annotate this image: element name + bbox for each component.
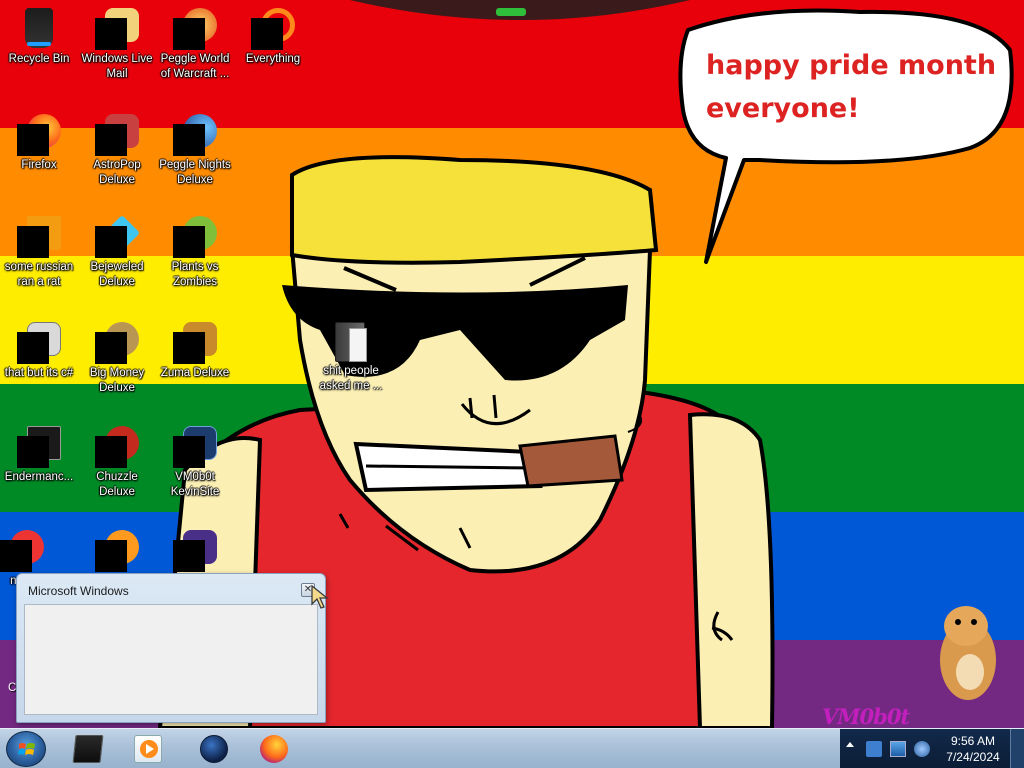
peggle-wow-icon	[173, 6, 217, 50]
taskbar-pinned-media-player[interactable]	[120, 732, 174, 766]
taskbar-pinned-firefox[interactable]	[246, 732, 300, 766]
taskbar-pinned-globe[interactable]	[186, 732, 240, 766]
vm0b0t-signature: VM0b0t	[822, 704, 910, 728]
windows-logo-icon	[18, 743, 35, 755]
desktop-icon-label: Firefox	[21, 159, 57, 171]
desktop-icon-everything[interactable]: Everything	[234, 6, 312, 67]
yellow-hair	[290, 155, 659, 265]
peggle-nights-icon	[173, 112, 217, 156]
desktop-icon-label: Everything	[245, 53, 301, 65]
desktop-icon-label: VM0b0t KevinSite	[170, 471, 220, 498]
desktop-icon-endermanch[interactable]: Endermanc...	[0, 424, 78, 485]
terminal-icon	[17, 424, 61, 468]
show-desktop-button[interactable]	[1010, 729, 1024, 768]
speech-line-1: happy pride month	[706, 50, 997, 81]
desktop-icon-peggle-nights[interactable]: Peggle Nights Deluxe	[156, 112, 234, 188]
desktop-icon-label: Peggle World of Warcraft ...	[160, 53, 230, 80]
desktop-icon-some-russian-ran-a-rat[interactable]: some russian ran a rat	[0, 214, 78, 290]
desktop-icon-label: Bejeweled Deluxe	[90, 261, 144, 288]
desktop-icon-fish[interactable]	[78, 528, 156, 574]
window-title: Microsoft Windows	[28, 584, 129, 598]
russian-rat-icon	[17, 214, 61, 258]
message-box-window[interactable]: Microsoft Windows ✕	[16, 573, 326, 723]
search-icon	[251, 6, 295, 50]
desktop-icon-that-but-its-c[interactable]: that but its c#	[0, 320, 78, 381]
clock-time: 9:56 AM	[950, 734, 996, 748]
desktop-icon-zuma[interactable]: Zuma Deluxe	[156, 320, 234, 381]
desktop-icon-label: Recycle Bin	[8, 53, 70, 65]
shortcut-icon	[17, 320, 61, 364]
speech-text: happy pride month everyone!	[706, 44, 1006, 130]
firefox-icon	[17, 112, 61, 156]
speech-line-2: everyone!	[706, 93, 860, 124]
taskbar: 9:56 AM 7/24/2024	[0, 728, 1024, 768]
terminal-icon	[72, 735, 104, 763]
astropop-icon	[95, 112, 139, 156]
zuma-icon	[173, 320, 217, 364]
show-hidden-icons-icon[interactable]	[846, 742, 854, 747]
desktop-icon-folder[interactable]: shit people asked me ...	[312, 318, 390, 394]
start-button[interactable]	[6, 731, 46, 767]
desktop-icon-label: Zuma Deluxe	[160, 367, 230, 379]
desktop-icon-label: AstroPop Deluxe	[93, 159, 141, 186]
cigar	[518, 434, 624, 488]
taskbar-clock[interactable]: 9:56 AM 7/24/2024	[935, 733, 1011, 765]
desktop-icon-recycle-bin[interactable]: Recycle Bin	[0, 6, 78, 67]
firefox-icon	[260, 735, 288, 763]
desktop-icon-big-money[interactable]: Big Money Deluxe	[78, 320, 156, 396]
desktop-icon-windows-live-mail[interactable]: Windows Live Mail	[78, 6, 156, 82]
chuzzle-icon	[95, 424, 139, 468]
volume-icon[interactable]	[914, 741, 930, 757]
desktop-icon-label: Plants vs Zombies	[171, 261, 219, 288]
clock-date: 7/24/2024	[946, 750, 1000, 764]
document-icon	[173, 528, 217, 572]
media-player-icon	[134, 735, 162, 763]
video-icon	[173, 424, 217, 468]
tray-app-icon[interactable]	[866, 741, 882, 757]
desktop-icon-label: Endermanc...	[4, 471, 74, 483]
window-titlebar[interactable]: Microsoft Windows ✕	[17, 574, 325, 604]
plants-vs-zombies-icon	[173, 214, 217, 258]
desktop-icon-bejeweled[interactable]: Bejeweled Deluxe	[78, 214, 156, 290]
app-icon	[0, 528, 44, 572]
desktop-icon-label: Big Money Deluxe	[89, 367, 145, 394]
desktop-icon-label: Peggle Nights Deluxe	[159, 159, 231, 186]
bejeweled-icon	[95, 214, 141, 258]
desktop-icon-plants-vs-zombies[interactable]: Plants vs Zombies	[156, 214, 234, 290]
mail-icon	[95, 6, 139, 50]
desktop-icon-vm0b0t-kevinsite[interactable]: VM0b0t KevinSite	[156, 424, 234, 500]
fish-icon	[95, 528, 139, 572]
desktop-icon-label: some russian ran a rat	[4, 261, 74, 288]
desktop-icon-firefox[interactable]: Firefox	[0, 112, 78, 173]
desktop-icon-peggle-wow[interactable]: Peggle World of Warcraft ...	[156, 6, 234, 82]
desktop-icon-document[interactable]	[156, 528, 234, 574]
network-icon[interactable]	[890, 741, 906, 757]
hamster-icon	[940, 606, 996, 700]
globe-icon	[200, 735, 228, 763]
money-bag-icon	[95, 320, 139, 364]
recycle-bin-icon	[17, 6, 61, 50]
desktop-icon-label: Windows Live Mail	[81, 53, 153, 80]
desktop-icon-label: shit people asked me ...	[319, 365, 383, 392]
taskbar-pinned-terminal[interactable]	[60, 732, 114, 766]
window-client-area	[24, 604, 318, 715]
folder-icon	[329, 318, 373, 362]
desktop-icon-astropop[interactable]: AstroPop Deluxe	[78, 112, 156, 188]
mouse-cursor-icon	[311, 584, 329, 609]
desktop-icon-chuzzle[interactable]: Chuzzle Deluxe	[78, 424, 156, 500]
desktop-icon-label: Chuzzle Deluxe	[96, 471, 138, 498]
desktop-icon-label: that but its c#	[4, 367, 74, 379]
